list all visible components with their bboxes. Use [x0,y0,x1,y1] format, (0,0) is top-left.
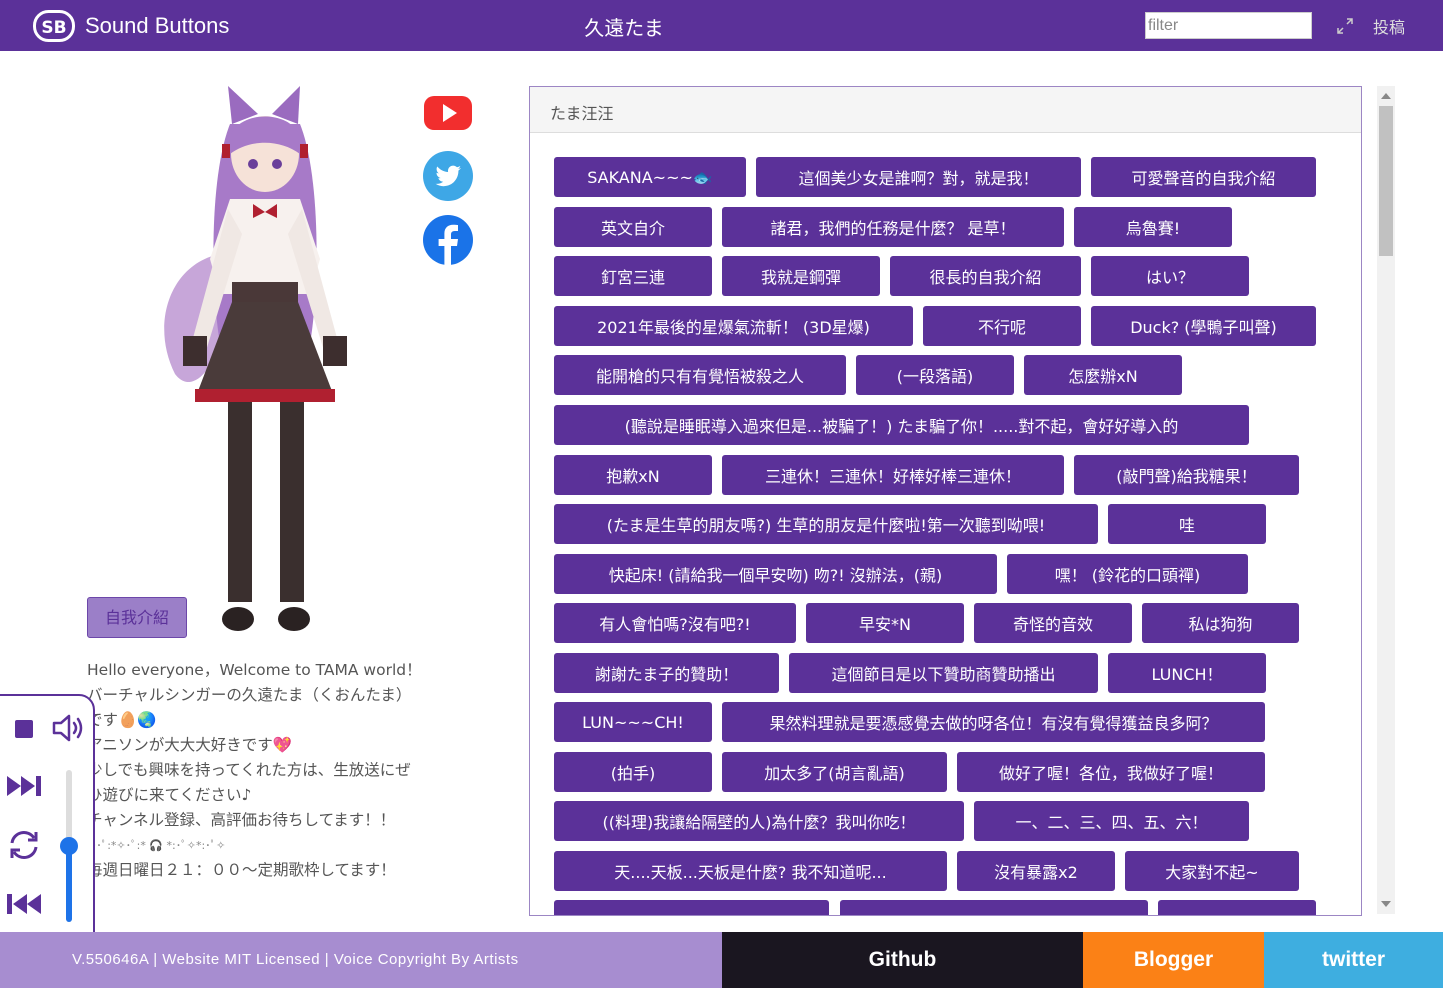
post-link[interactable]: 投稿 [1373,14,1405,38]
sound-button[interactable]: 有人會怕嗎?沒有吧?! [554,603,796,643]
sound-button[interactable] [1158,900,1316,915]
audio-player-panel [0,694,95,944]
twitter-link[interactable]: twitter [1264,932,1443,988]
sound-button[interactable]: LUN~~~CH! [554,702,712,742]
sound-button[interactable]: 很長的自我介紹 [890,256,1081,296]
description-line: ✧･ﾟ:*✧･ﾟ:* 🎧 *:･ﾟ✧*:･ﾟ✧ [87,839,226,852]
sound-button[interactable]: 天....天板...天板是什麼? 我不知道呢... [554,851,947,891]
sound-button[interactable] [554,900,829,915]
scrollbar-thumb[interactable] [1379,106,1393,256]
description-line: Hello everyone，Welcome to TAMA world！ [87,661,422,679]
sound-button[interactable]: 這個美少女是誰啊？對，就是我！ [756,157,1081,197]
sound-button[interactable]: 嘿！ (鈴花的口頭禪) [1007,554,1248,594]
sound-button[interactable]: 一、二、三、四、五、六！ [974,801,1249,841]
sound-button[interactable]: 英文自介 [554,207,712,247]
facebook-icon[interactable] [422,214,474,266]
description-line: チャンネル登録、高評価お待ちしてます！！ [87,811,396,829]
sound-button[interactable]: (聽說是睡眠導入過來但是...被騙了！) たま騙了你！.....對不起，會好好導… [554,405,1249,445]
sound-button[interactable]: 加太多了(胡言亂語) [722,752,947,792]
description-line: 少しでも興味を持ってくれた方は、生放送にぜ [87,761,411,779]
sound-button[interactable]: (一段落語) [856,355,1014,395]
description-line: バーチャルシンガーの久遠たま（くおんたま） [87,686,412,704]
page-scrollbar[interactable] [1377,86,1395,914]
sound-button[interactable]: 大家對不起~ [1125,851,1299,891]
twitter-icon[interactable] [422,150,474,202]
scroll-down-arrow-icon[interactable] [1381,901,1391,907]
sound-button[interactable]: 諸君，我們的任務是什麼？ 是草！ [722,207,1064,247]
top-navbar: SB Sound Buttons 久遠たま 投稿 [0,0,1443,51]
sound-button[interactable]: 烏魯賽! [1074,207,1232,247]
sound-button[interactable]: 三連休！三連休！好棒好棒三連休！ [722,455,1064,495]
volume-slider-fill [66,846,72,922]
sound-button[interactable]: (たま是生草的朋友嗎?) 生草的朋友是什麼啦!第一次聽到呦喂! [554,504,1098,544]
youtube-icon[interactable] [422,86,474,138]
previous-track-icon[interactable] [5,892,43,916]
sound-button[interactable]: (敲門聲)給我糖果！ [1074,455,1299,495]
description-line: です🥚🌏 [87,711,157,729]
sound-button[interactable]: 這個節目是以下贊助商贊助播出 [789,653,1098,693]
sound-button[interactable] [840,900,1148,915]
sound-button[interactable]: 沒有暴露x2 [957,851,1115,891]
character-illustration [164,86,347,631]
sound-button-panel: たま汪汪 SAKANA~~~🐟 這個美少女是誰啊？對，就是我！ 可愛聲音的自我介紹英… [529,86,1362,916]
sound-button[interactable]: 我就是鋼彈 [722,256,880,296]
github-link[interactable]: Github [722,932,1083,988]
loop-icon[interactable] [6,829,42,861]
description-line: アニソンが大大大好きです💖 [87,736,292,754]
sound-button[interactable]: 可愛聲音的自我介紹 [1091,157,1316,197]
filter-input[interactable] [1145,12,1312,39]
description-line: 毎週日曜日２１：００～定期歌枠してます！ [87,861,396,879]
footer: V.550646A | Website MIT Licensed | Voice… [0,932,1443,988]
sound-button[interactable]: 做好了喔！各位，我做好了喔！ [957,752,1265,792]
sound-button[interactable]: 不行呢 [923,306,1081,346]
stop-icon[interactable] [13,718,35,740]
sound-button[interactable]: 奇怪的音效 [974,603,1132,643]
sound-button[interactable]: LUNCH！ [1108,653,1266,693]
footer-license-info: V.550646A | Website MIT Licensed | Voice… [0,932,722,988]
sound-button[interactable]: 能開槍的只有有覺悟被殺之人 [554,355,846,395]
sound-button[interactable]: Duck? (學鴨子叫聲) [1091,306,1316,346]
sound-button[interactable]: 怎麼辦xN [1024,355,1182,395]
sound-button[interactable]: 私は狗狗 [1142,603,1299,643]
description-line: ひ遊びに来てください♪ [87,786,252,804]
volume-slider[interactable] [60,770,78,922]
sound-button[interactable]: 早安*N [806,603,964,643]
page-title: 久遠たま [584,16,664,40]
next-track-icon[interactable] [5,774,43,798]
sound-button[interactable]: 哇 [1108,504,1266,544]
sound-button[interactable]: 2021年最後的星爆氣流斬！ (3D星爆) [554,306,913,346]
sound-button[interactable]: ((料理)我讓給隔壁的人)為什麼？我叫你吃！ [554,801,964,841]
sound-button[interactable]: 快起床! (請給我一個早安吻) 吻?! 沒辦法，(親) [554,554,997,594]
blogger-link[interactable]: Blogger [1083,932,1264,988]
self-introduction-button[interactable]: 自我介紹 [87,597,187,638]
sound-button[interactable]: (拍手) [554,752,712,792]
scroll-up-arrow-icon[interactable] [1381,93,1391,99]
sound-button[interactable]: 釘宮三連 [554,256,712,296]
sound-button[interactable]: はい？ [1091,256,1249,296]
sound-button[interactable]: SAKANA~~~🐟 [554,157,746,197]
fullscreen-icon[interactable] [1335,16,1355,36]
sound-button[interactable]: 抱歉xN [554,455,712,495]
volume-icon[interactable] [51,713,85,743]
channel-description: Hello everyone，Welcome to TAMA world！ バー… [87,658,457,883]
sound-button[interactable]: 果然料理就是要憑感覺去做的呀各位！有沒有覺得獲益良多阿？ [722,702,1265,742]
panel-title: たま汪汪 [530,87,1361,133]
volume-slider-handle[interactable] [60,837,78,855]
sound-button[interactable]: 謝謝たま子的贊助！ [554,653,779,693]
